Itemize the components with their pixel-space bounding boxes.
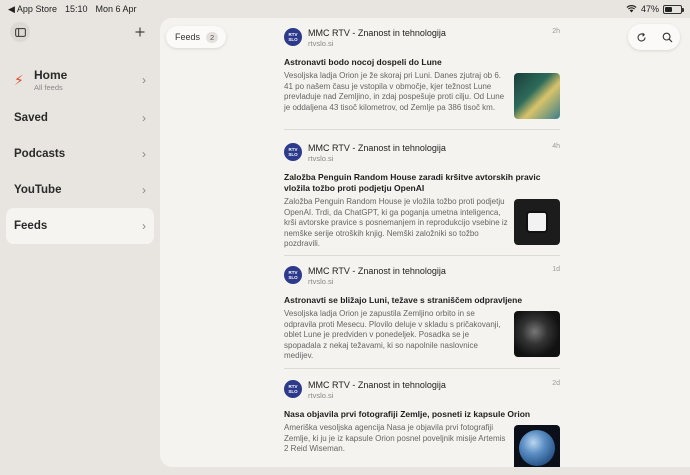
sidebar-item-label: Feeds [14,220,48,232]
article-age: 1d [552,266,560,273]
article-age: 2h [552,28,560,35]
wifi-icon [626,4,637,15]
sidebar-item-sublabel: All feeds [34,83,63,92]
feeds-count-badge: 2 [206,31,219,43]
article-summary: Ameriška vesoljska agencija Nasa je obja… [284,423,506,454]
article-thumbnail [514,425,560,467]
article-source: MMC RTV - Znanost in tehnologija [308,28,446,38]
battery-icon [663,4,684,14]
sidebar-item-label: YouTube [14,184,62,196]
article-card[interactable]: RTV SLO MMC RTV - Znanost in tehnologija … [284,28,560,119]
plus-icon[interactable] [130,22,150,42]
chevron-right-icon: › [142,183,146,197]
feed-panel: Feeds 2 RTV SLO MMC RTV - Znanost in tehn… [160,18,690,467]
sidebar-item-label: Saved [14,112,48,124]
article-source: MMC RTV - Znanost in tehnologija [308,266,446,276]
article-card[interactable]: RTV SLO MMC RTV - Znanost in tehnologija … [284,143,560,250]
article-domain: rtvslo.si [308,277,334,286]
article-domain: rtvslo.si [308,391,334,400]
openai-logo-icon [526,211,548,233]
chevron-right-icon: › [142,147,146,161]
sidebar-item-podcasts[interactable]: Podcasts › [6,136,154,172]
article-domain: rtvslo.si [308,39,334,48]
source-logo: RTV SLO [284,143,302,161]
sidebar-item-youtube[interactable]: YouTube › [6,172,154,208]
source-logo: RTV SLO [284,266,302,284]
source-logo: RTV SLO [284,380,302,398]
chevron-right-icon: › [142,111,146,125]
article-title[interactable]: Založba Penguin Random House zaradi krši… [284,172,560,194]
article-title[interactable]: Astronavti se bližajo Luni, težave s str… [284,295,560,306]
status-time: 15:10 [64,4,88,14]
article-domain: rtvslo.si [308,154,334,163]
article-source: MMC RTV - Znanost in tehnologija [308,380,446,390]
article-title[interactable]: Nasa objavila prvi fotografiji Zemlje, p… [284,409,560,420]
article-thumbnail [514,199,560,245]
bolt-icon: ⚡ [14,71,24,88]
sidebar-item-saved[interactable]: Saved › [6,100,154,136]
sidebar-item-feeds[interactable]: Feeds › [6,208,154,244]
status-bar: ◀ App Store 15:10 Mon 6 Apr 47% [0,0,690,18]
sidebar-toggle-icon[interactable] [10,22,30,42]
article-thumbnail [514,311,560,357]
sidebar-item-home[interactable]: ⚡ Home All feeds › [6,60,154,100]
battery-percent: 47% [640,4,659,14]
status-date: Mon 6 Apr [95,4,137,14]
refresh-icon[interactable] [631,27,651,47]
article-thumbnail [514,73,560,119]
sidebar: ⚡ Home All feeds › Saved › Podcasts › Yo… [0,18,160,475]
divider [284,368,560,369]
toolbar-actions [628,24,680,50]
sidebar-item-label: Podcasts [14,148,66,160]
earth-photo [519,430,555,466]
divider [284,129,560,130]
feeds-filter-button[interactable]: Feeds 2 [166,26,227,48]
article-summary: Vesoljska ladja Orion je zapustila Zemlj… [284,309,501,361]
sidebar-item-label: Home [34,68,68,82]
source-logo: RTV SLO [284,28,302,46]
divider [284,255,560,256]
chevron-right-icon: › [142,219,146,233]
article-title[interactable]: Astronavti bodo nocoj dospeli do Lune [284,57,560,68]
back-to-app-link[interactable]: ◀ App Store [8,4,57,15]
article-summary: Vesoljska ladja Orion je že skoraj pri L… [284,71,505,112]
article-age: 2d [552,380,560,387]
article-age: 4h [552,143,560,150]
feeds-filter-label: Feeds [175,32,201,42]
article-source: MMC RTV - Znanost in tehnologija [308,143,446,153]
search-icon[interactable] [657,27,677,47]
article-card[interactable]: RTV SLO MMC RTV - Znanost in tehnologija … [284,380,560,467]
article-summary: Založba Penguin Random House je vložila … [284,197,508,249]
article-card[interactable]: RTV SLO MMC RTV - Znanost in tehnologija … [284,266,560,362]
chevron-right-icon: › [142,73,146,87]
